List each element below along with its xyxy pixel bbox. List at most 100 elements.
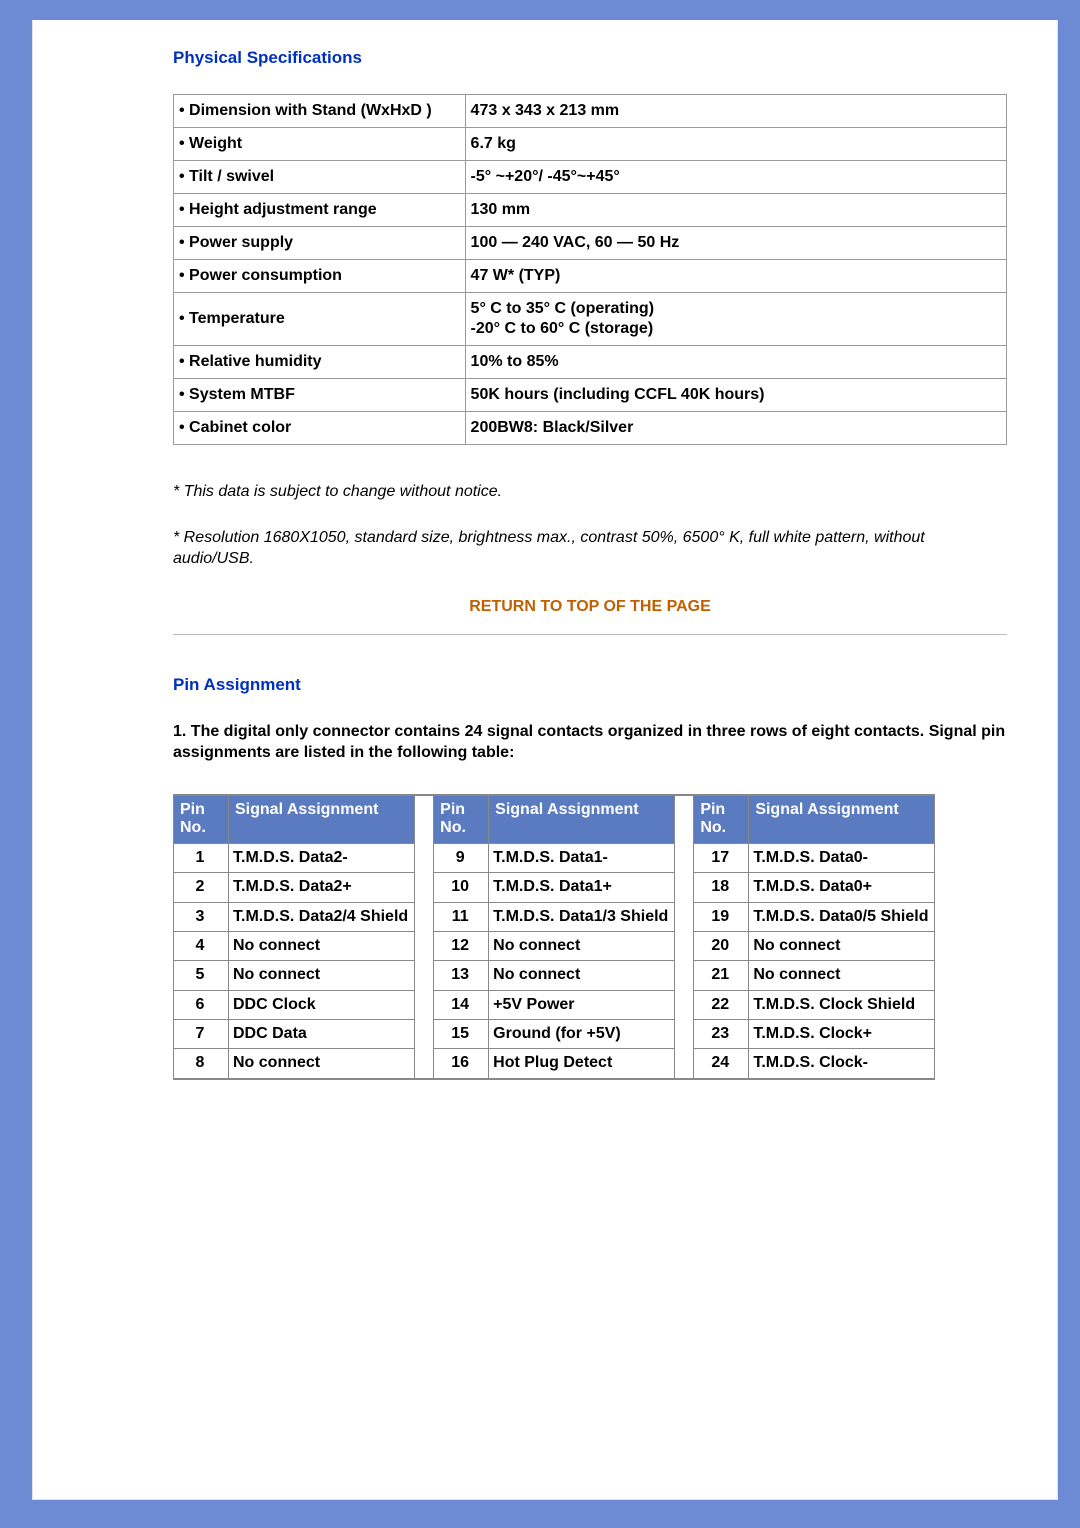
spec-row: • Tilt / swivel-5° ~+20°/ -45°~+45° bbox=[174, 161, 1007, 194]
spec-value: 5° C to 35° C (operating)-20° C to 60° C… bbox=[465, 293, 1006, 346]
pin-signal: T.M.D.S. Clock Shield bbox=[749, 990, 935, 1019]
spec-notes: * This data is subject to change without… bbox=[173, 481, 1007, 570]
pin-no: 9 bbox=[434, 843, 489, 872]
pin-row: 20No connect bbox=[694, 931, 935, 960]
pin-no-header-text: Pin No. bbox=[700, 801, 726, 836]
pin-row: 6DDC Clock bbox=[174, 990, 415, 1019]
pin-no: 16 bbox=[434, 1049, 489, 1078]
spec-label: • Relative humidity bbox=[174, 346, 466, 379]
pin-no-header: Pin No. bbox=[694, 795, 749, 843]
spec-row: • Weight6.7 kg bbox=[174, 128, 1007, 161]
pin-assignment-heading: Pin Assignment bbox=[173, 675, 1007, 695]
physical-specifications-heading: Physical Specifications bbox=[173, 48, 1007, 68]
pin-signal: Ground (for +5V) bbox=[489, 1020, 675, 1049]
pin-row: 19T.M.D.S. Data0/5 Shield bbox=[694, 902, 935, 931]
pin-no: 2 bbox=[174, 873, 229, 902]
spec-row: • System MTBF50K hours (including CCFL 4… bbox=[174, 379, 1007, 412]
pin-no: 11 bbox=[434, 902, 489, 931]
pin-no-header: Pin No. bbox=[434, 795, 489, 843]
pin-no: 8 bbox=[174, 1049, 229, 1078]
pin-no: 1 bbox=[174, 843, 229, 872]
spec-label: • Cabinet color bbox=[174, 412, 466, 445]
signal-header: Signal Assignment bbox=[749, 795, 935, 843]
pin-row: 4No connect bbox=[174, 931, 415, 960]
spec-label: • Power supply bbox=[174, 227, 466, 260]
spec-note-1: * This data is subject to change without… bbox=[173, 481, 1007, 503]
pin-no: 12 bbox=[434, 931, 489, 960]
pin-signal: T.M.D.S. Data0/5 Shield bbox=[749, 902, 935, 931]
spec-row: • Temperature5° C to 35° C (operating)-2… bbox=[174, 293, 1007, 346]
pin-signal: No connect bbox=[229, 931, 415, 960]
pin-no: 10 bbox=[434, 873, 489, 902]
signal-header-text: Signal Assignment bbox=[755, 801, 898, 818]
pin-signal: T.M.D.S. Data1- bbox=[489, 843, 675, 872]
pin-no: 17 bbox=[694, 843, 749, 872]
signal-header-text: Signal Assignment bbox=[495, 801, 638, 818]
spec-value: 50K hours (including CCFL 40K hours) bbox=[465, 379, 1006, 412]
return-link-container: RETURN TO TOP OF THE PAGE bbox=[173, 598, 1007, 616]
physical-spec-table: • Dimension with Stand (WxHxD )473 x 343… bbox=[173, 94, 1007, 445]
pin-no: 18 bbox=[694, 873, 749, 902]
pin-no: 19 bbox=[694, 902, 749, 931]
pin-row: 8No connect bbox=[174, 1049, 415, 1078]
spec-value: 473 x 343 x 213 mm bbox=[465, 95, 1006, 128]
spec-value: 100 — 240 VAC, 60 — 50 Hz bbox=[465, 227, 1006, 260]
pin-no: 3 bbox=[174, 902, 229, 931]
pin-signal: DDC Data bbox=[229, 1020, 415, 1049]
pin-row: 11T.M.D.S. Data1/3 Shield bbox=[434, 902, 675, 931]
spec-label: • Weight bbox=[174, 128, 466, 161]
pin-row: 3T.M.D.S. Data2/4 Shield bbox=[174, 902, 415, 931]
spec-label: • Dimension with Stand (WxHxD ) bbox=[174, 95, 466, 128]
pin-signal: T.M.D.S. Data1+ bbox=[489, 873, 675, 902]
pin-no-header-text: Pin No. bbox=[180, 801, 206, 836]
content-sheet: Physical Specifications • Dimension with… bbox=[32, 20, 1058, 1500]
pin-table-spacer bbox=[415, 795, 433, 1079]
spec-label: • Tilt / swivel bbox=[174, 161, 466, 194]
pin-row: 21No connect bbox=[694, 961, 935, 990]
spec-label: • Height adjustment range bbox=[174, 194, 466, 227]
pin-no: 13 bbox=[434, 961, 489, 990]
signal-header-text: Signal Assignment bbox=[235, 801, 378, 818]
spec-value: 200BW8: Black/Silver bbox=[465, 412, 1006, 445]
pin-signal: No connect bbox=[749, 931, 935, 960]
spec-value: 47 W* (TYP) bbox=[465, 260, 1006, 293]
pin-no: 24 bbox=[694, 1049, 749, 1078]
spec-row: • Relative humidity10% to 85% bbox=[174, 346, 1007, 379]
pin-row: 7DDC Data bbox=[174, 1020, 415, 1049]
pin-signal: T.M.D.S. Data0- bbox=[749, 843, 935, 872]
pin-row: 23T.M.D.S. Clock+ bbox=[694, 1020, 935, 1049]
pin-no: 21 bbox=[694, 961, 749, 990]
pin-no: 7 bbox=[174, 1020, 229, 1049]
spec-label: • Power consumption bbox=[174, 260, 466, 293]
pin-row: 13No connect bbox=[434, 961, 675, 990]
pin-signal: T.M.D.S. Clock- bbox=[749, 1049, 935, 1078]
pin-signal: T.M.D.S. Data1/3 Shield bbox=[489, 902, 675, 931]
spec-value: 6.7 kg bbox=[465, 128, 1006, 161]
pin-signal: T.M.D.S. Data2+ bbox=[229, 873, 415, 902]
pin-row: 17T.M.D.S. Data0- bbox=[694, 843, 935, 872]
page-root: Physical Specifications • Dimension with… bbox=[0, 0, 1080, 1500]
pin-signal: DDC Clock bbox=[229, 990, 415, 1019]
pin-no: 22 bbox=[694, 990, 749, 1019]
pin-table-1: Pin No. Signal Assignment 1T.M.D.S. Data… bbox=[173, 795, 415, 1079]
pin-no: 15 bbox=[434, 1020, 489, 1049]
pin-row: 2T.M.D.S. Data2+ bbox=[174, 873, 415, 902]
pin-signal: T.M.D.S. Data2- bbox=[229, 843, 415, 872]
pin-row: 24T.M.D.S. Clock- bbox=[694, 1049, 935, 1078]
pin-assignment-intro: 1. The digital only connector contains 2… bbox=[173, 721, 1007, 764]
spec-label: • Temperature bbox=[174, 293, 466, 346]
pin-row: 9T.M.D.S. Data1- bbox=[434, 843, 675, 872]
pin-signal: T.M.D.S. Data2/4 Shield bbox=[229, 902, 415, 931]
spec-row: • Power supply100 — 240 VAC, 60 — 50 Hz bbox=[174, 227, 1007, 260]
return-to-top-link[interactable]: RETURN TO TOP OF THE PAGE bbox=[469, 598, 711, 615]
pin-row: 22T.M.D.S. Clock Shield bbox=[694, 990, 935, 1019]
pin-signal: +5V Power bbox=[489, 990, 675, 1019]
pin-row: 15Ground (for +5V) bbox=[434, 1020, 675, 1049]
pin-row: 5No connect bbox=[174, 961, 415, 990]
spec-value: 130 mm bbox=[465, 194, 1006, 227]
spec-label: • System MTBF bbox=[174, 379, 466, 412]
pin-row: 12No connect bbox=[434, 931, 675, 960]
pin-signal: No connect bbox=[489, 931, 675, 960]
pin-signal: T.M.D.S. Data0+ bbox=[749, 873, 935, 902]
pin-table-3: Pin No. Signal Assignment 17T.M.D.S. Dat… bbox=[693, 795, 935, 1079]
